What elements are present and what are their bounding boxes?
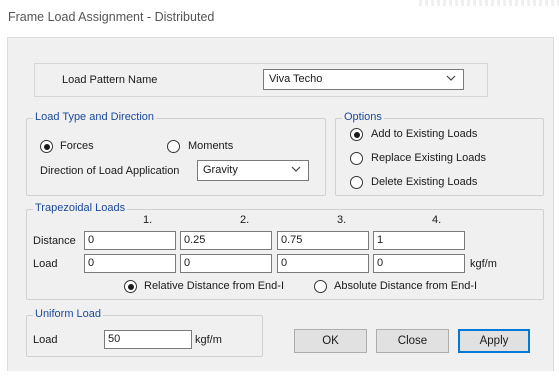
load-field-1[interactable]: 0 (84, 254, 176, 273)
load-type-group: Load Type and Direction Forces Moments D… (26, 111, 326, 196)
chevron-down-icon (446, 75, 456, 81)
load-unit-label: kgf/m (470, 258, 497, 270)
add-existing-radio[interactable] (350, 128, 363, 141)
absolute-distance-label[interactable]: Absolute Distance from End-I (334, 280, 477, 292)
replace-existing-radio[interactable] (350, 152, 363, 165)
moments-label[interactable]: Moments (188, 140, 233, 152)
distance-label: Distance (33, 235, 76, 247)
trapezoidal-group: Trapezoidal Loads 1. 2. 3. 4. Distance 0… (26, 202, 544, 300)
column-header-2: 2. (240, 214, 250, 226)
uniform-load-legend: Uniform Load (33, 308, 104, 320)
absolute-distance-radio[interactable] (314, 280, 327, 293)
load-pattern-dropdown[interactable]: Viva Techo (263, 69, 464, 90)
column-header-3: 3. (337, 214, 347, 226)
delete-existing-label[interactable]: Delete Existing Loads (371, 176, 477, 188)
title-bar-decoration (419, 0, 559, 6)
options-group: Options Add to Existing Loads Replace Ex… (335, 111, 544, 196)
direction-label: Direction of Load Application (40, 165, 180, 177)
relative-distance-radio[interactable] (124, 280, 137, 293)
bottom-strip (0, 371, 559, 377)
load-pattern-value: Viva Techo (269, 73, 323, 85)
distance-field-1[interactable]: 0 (84, 231, 176, 250)
apply-button[interactable]: Apply (458, 329, 530, 353)
delete-existing-radio[interactable] (350, 176, 363, 189)
forces-label[interactable]: Forces (60, 140, 94, 152)
uniform-load-unit: kgf/m (195, 334, 222, 346)
radio-selected-icon (127, 283, 134, 290)
relative-distance-label[interactable]: Relative Distance from End-I (144, 280, 284, 292)
window-title: Frame Load Assignment - Distributed (8, 10, 215, 24)
load-type-legend: Load Type and Direction (33, 111, 157, 123)
load-field-4[interactable]: 0 (373, 254, 465, 273)
column-header-1: 1. (143, 214, 153, 226)
title-bar: Frame Load Assignment - Distributed (0, 0, 559, 37)
load-field-2[interactable]: 0 (180, 254, 272, 273)
radio-selected-icon (43, 143, 50, 150)
close-button[interactable]: Close (376, 329, 449, 353)
uniform-load-group: Uniform Load Load 50 kgf/m (26, 308, 263, 357)
column-header-4: 4. (432, 214, 442, 226)
distance-field-2[interactable]: 0.25 (180, 231, 272, 250)
add-existing-label[interactable]: Add to Existing Loads (371, 128, 477, 140)
uniform-load-label: Load (33, 334, 58, 346)
radio-selected-icon (353, 131, 360, 138)
forces-radio[interactable] (40, 140, 53, 153)
moments-radio[interactable] (167, 140, 180, 153)
load-pattern-panel: Load Pattern Name Viva Techo (34, 63, 488, 97)
direction-value: Gravity (203, 164, 238, 176)
dialog-body: Load Pattern Name Viva Techo Load Type a… (7, 37, 554, 372)
ok-button[interactable]: OK (294, 329, 367, 353)
replace-existing-label[interactable]: Replace Existing Loads (371, 152, 486, 164)
load-pattern-label: Load Pattern Name (62, 74, 158, 86)
distance-field-3[interactable]: 0.75 (277, 231, 369, 250)
uniform-load-field[interactable]: 50 (104, 330, 192, 349)
load-label: Load (33, 258, 58, 270)
load-field-3[interactable]: 0 (277, 254, 369, 273)
trapezoidal-legend: Trapezoidal Loads (33, 202, 128, 214)
options-legend: Options (342, 111, 384, 123)
direction-dropdown[interactable]: Gravity (197, 160, 309, 181)
distance-field-4[interactable]: 1 (373, 231, 465, 250)
chevron-down-icon (291, 166, 301, 172)
